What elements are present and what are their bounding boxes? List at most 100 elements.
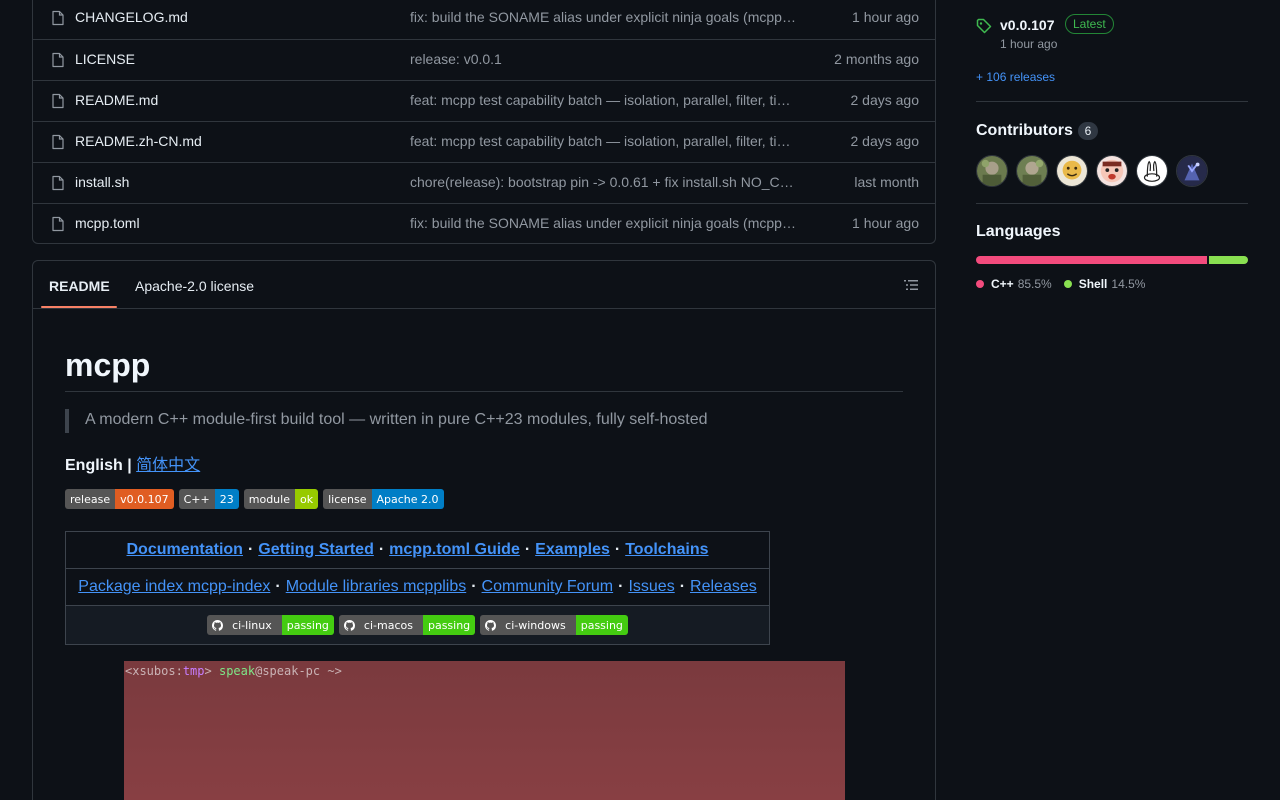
badge-value: v0.0.107 bbox=[115, 489, 174, 509]
commit-message-link[interactable]: feat: mcpp test capability batch — isola… bbox=[410, 133, 800, 149]
ci-badge-group: ci-linux passing ci-macos passing ci-windows… bbox=[207, 615, 628, 635]
readme-panel: README Apache-2.0 license mcpp A modern … bbox=[32, 260, 936, 800]
file-name-link[interactable]: README.md bbox=[75, 92, 158, 108]
badge-c[interactable]: C++ 23 bbox=[178, 489, 239, 509]
nav-separator: · bbox=[679, 578, 686, 595]
nav-separator: · bbox=[247, 541, 254, 558]
file-name-link[interactable]: LICENSE bbox=[75, 51, 135, 67]
badge-value: ok bbox=[294, 489, 319, 509]
nav-row-ci: ci-linux passing ci-macos passing ci-windows… bbox=[66, 606, 769, 644]
file-name-link[interactable]: CHANGELOG.md bbox=[75, 9, 188, 25]
commit-message-link[interactable]: release: v0.0.1 bbox=[410, 51, 800, 67]
tag-icon bbox=[976, 18, 992, 34]
language-dot bbox=[976, 280, 984, 288]
outline-list-icon[interactable] bbox=[903, 277, 919, 293]
language-name: C++ bbox=[991, 277, 1014, 291]
badge-value: passing bbox=[281, 615, 334, 635]
nav-link-community-forum[interactable]: Community Forum bbox=[482, 578, 614, 596]
terminal-demo-image: <xsubos:tmp> speak@speak-pc ~> bbox=[124, 661, 845, 800]
avatar[interactable] bbox=[976, 155, 1008, 187]
contributors-heading[interactable]: Contributors bbox=[976, 122, 1073, 140]
commit-time: 1 hour ago bbox=[852, 215, 919, 231]
nav-link-getting-started[interactable]: Getting Started bbox=[258, 541, 374, 559]
more-releases-link[interactable]: + 106 releases bbox=[976, 70, 1055, 84]
badge-row: release v0.0.107 C++ 23 module ok license Apach… bbox=[65, 489, 444, 509]
badge-module[interactable]: module ok bbox=[243, 489, 319, 509]
github-icon bbox=[343, 619, 355, 631]
prompt-at-host: @speak-pc ~> bbox=[255, 664, 342, 678]
blockquote-bar bbox=[65, 409, 69, 433]
file-name-link[interactable]: README.zh-CN.md bbox=[75, 133, 202, 149]
file-row[interactable]: CHANGELOG.md fix: build the SONAME alias … bbox=[33, 0, 935, 39]
file-list: CHANGELOG.md fix: build the SONAME alias … bbox=[32, 0, 936, 244]
badge-label: C++ bbox=[178, 489, 215, 509]
badge-ci-macos[interactable]: ci-macos passing bbox=[338, 615, 476, 635]
commit-message-link[interactable]: fix: build the SONAME alias under explic… bbox=[410, 215, 800, 231]
prompt-gt: > bbox=[204, 664, 219, 678]
latest-badge: Latest bbox=[1065, 14, 1114, 34]
file-row[interactable]: mcpp.toml fix: build the SONAME alias und… bbox=[33, 203, 935, 244]
file-row[interactable]: README.zh-CN.md feat: mcpp test capabilit… bbox=[33, 121, 935, 162]
nav-separator: · bbox=[275, 578, 281, 595]
badge-label: module bbox=[243, 489, 295, 509]
file-icon bbox=[50, 52, 66, 68]
nav-link-issues[interactable]: Issues bbox=[628, 578, 674, 596]
badge-ci-linux[interactable]: ci-linux passing bbox=[207, 615, 334, 635]
file-row[interactable]: LICENSE release: v0.0.1 2 months ago bbox=[33, 39, 935, 80]
commit-message-link[interactable]: chore(release): bootstrap pin -> 0.0.61 … bbox=[410, 174, 800, 190]
avatar[interactable] bbox=[1176, 155, 1208, 187]
avatar[interactable] bbox=[1016, 155, 1048, 187]
nav-link-package-index-mcpp-index[interactable]: Package index mcpp-index bbox=[78, 578, 270, 596]
nav-link-examples[interactable]: Examples bbox=[535, 541, 610, 559]
tab-license[interactable]: Apache-2.0 license bbox=[135, 278, 254, 294]
language-name: Shell bbox=[1078, 277, 1108, 291]
badge-license[interactable]: license Apache 2.0 bbox=[323, 489, 444, 509]
commit-message-link[interactable]: feat: mcpp test capability batch — isola… bbox=[410, 92, 800, 108]
language-percent: 14.5% bbox=[1111, 277, 1146, 291]
tagline: A modern C++ module-first build tool — w… bbox=[85, 411, 708, 428]
lang-separator: | bbox=[127, 457, 132, 474]
github-icon bbox=[212, 619, 224, 631]
badge-label: ci-windows bbox=[505, 618, 566, 632]
commit-message-link[interactable]: fix: build the SONAME alias under explic… bbox=[410, 9, 800, 25]
github-icon bbox=[485, 619, 497, 631]
avatar[interactable] bbox=[1096, 155, 1128, 187]
avatar[interactable] bbox=[1056, 155, 1088, 187]
language-item[interactable]: Shell 14.5% bbox=[1063, 277, 1146, 291]
language-percent: 85.5% bbox=[1017, 277, 1052, 291]
lang-english: English bbox=[65, 457, 123, 474]
commit-time: last month bbox=[854, 174, 919, 190]
badge-ci-windows[interactable]: ci-windows passing bbox=[480, 615, 628, 635]
nav-link-documentation[interactable]: Documentation bbox=[127, 541, 243, 559]
badge-value: Apache 2.0 bbox=[371, 489, 444, 509]
file-name-link[interactable]: mcpp.toml bbox=[75, 215, 140, 231]
languages-heading: Languages bbox=[976, 223, 1061, 240]
latest-release-link[interactable]: v0.0.107 bbox=[1000, 17, 1055, 33]
title-divider bbox=[65, 391, 903, 392]
nav-separator: · bbox=[378, 541, 385, 558]
commit-time: 2 days ago bbox=[850, 133, 920, 149]
nav-link-toolchains[interactable]: Toolchains bbox=[625, 541, 708, 559]
commit-time: 2 months ago bbox=[834, 51, 919, 67]
nav-table: Documentation · Getting Started · mcpp.toml … bbox=[65, 531, 770, 645]
tab-readme[interactable]: README bbox=[49, 278, 110, 294]
language-switcher: English | 简体中文 bbox=[65, 451, 200, 475]
sidebar-divider bbox=[976, 203, 1248, 204]
avatar[interactable] bbox=[1136, 155, 1168, 187]
nav-link-releases[interactable]: Releases bbox=[690, 578, 757, 596]
prompt-dir: tmp bbox=[182, 664, 205, 678]
badge-release[interactable]: release v0.0.107 bbox=[65, 489, 174, 509]
language-item[interactable]: C++ 85.5% bbox=[976, 277, 1052, 291]
nav-separator: · bbox=[471, 578, 477, 595]
file-row[interactable]: README.md feat: mcpp test capability batc… bbox=[33, 80, 935, 121]
nav-row-docs: Documentation · Getting Started · mcpp.toml … bbox=[66, 532, 769, 569]
nav-separator: · bbox=[614, 541, 621, 558]
language-bar-segment bbox=[976, 256, 1207, 264]
file-name-link[interactable]: install.sh bbox=[75, 174, 129, 190]
badge-value: passing bbox=[575, 615, 628, 635]
nav-link-module-libraries-mcpplibs[interactable]: Module libraries mcpplibs bbox=[286, 578, 467, 596]
file-row[interactable]: install.sh chore(release): bootstrap pin … bbox=[33, 162, 935, 203]
nav-link-mcpp-toml-guide[interactable]: mcpp.toml Guide bbox=[389, 541, 520, 559]
lang-chinese-link[interactable]: 简体中文 bbox=[136, 457, 200, 474]
prompt-host: xsubos bbox=[132, 664, 176, 678]
